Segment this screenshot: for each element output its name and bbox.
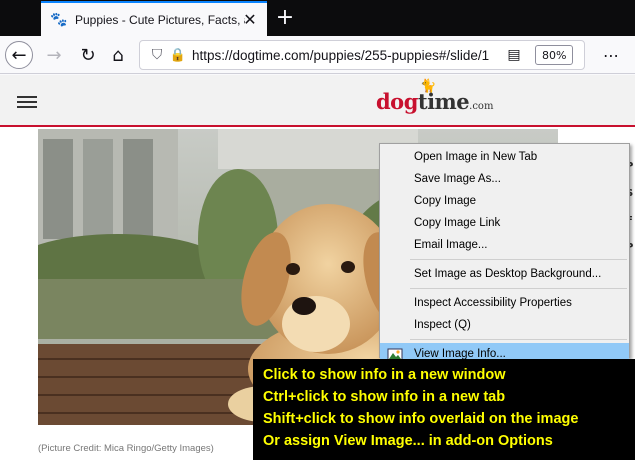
menu-item-inspect[interactable]: Inspect (Q) bbox=[380, 314, 629, 336]
overflow-menu-icon[interactable]: ⋯ bbox=[597, 41, 625, 69]
tooltip-line: Ctrl+click to show info in a new tab bbox=[263, 389, 506, 405]
menu-separator bbox=[410, 339, 627, 340]
menu-item-copy-image-link[interactable]: Copy Image Link bbox=[380, 212, 629, 234]
home-icon: ⌂ bbox=[112, 44, 124, 66]
menu-item-save-image-as[interactable]: Save Image As... bbox=[380, 168, 629, 190]
site-logo[interactable]: 🐈 dogtime.com bbox=[376, 79, 494, 114]
tooltip-line: Click to show info in a new window bbox=[263, 367, 506, 383]
menu-separator bbox=[410, 288, 627, 289]
back-button[interactable]: ← bbox=[5, 41, 33, 69]
cat-logo-icon: 🐈 bbox=[420, 79, 437, 94]
context-menu: Open Image in New Tab Save Image As... C… bbox=[379, 143, 630, 365]
menu-item-set-desktop-background[interactable]: Set Image as Desktop Background... bbox=[380, 263, 629, 285]
menu-item-inspect-accessibility[interactable]: Inspect Accessibility Properties bbox=[380, 292, 629, 314]
menu-item-open-image-new-tab[interactable]: Open Image in New Tab bbox=[380, 146, 629, 168]
logo-com: .com bbox=[469, 101, 494, 112]
url-text[interactable]: https://dogtime.com/puppies/255-puppies#… bbox=[192, 48, 497, 63]
arrow-left-icon: ← bbox=[11, 44, 27, 66]
tab-puppies[interactable]: 🐾 Puppies - Cute Pictures, Facts, and In… bbox=[41, 1, 267, 36]
tooltip-line: Shift+click to show info overlaid on the… bbox=[263, 411, 579, 427]
close-icon[interactable]: ✕ bbox=[241, 10, 259, 29]
shield-icon[interactable]: ⛉ bbox=[146, 47, 168, 63]
menu-separator bbox=[410, 259, 627, 260]
arrow-right-icon: → bbox=[46, 44, 62, 66]
url-bar[interactable]: ⛉ 🔒 https://dogtime.com/puppies/255-pupp… bbox=[139, 40, 585, 70]
tooltip-line: Or assign View Image... in add-on Option… bbox=[263, 433, 553, 449]
lock-warning-icon[interactable]: 🔒 bbox=[168, 48, 188, 63]
tab-title: Puppies - Cute Pictures, Facts, and Info… bbox=[75, 12, 245, 27]
zoom-indicator[interactable]: 80% bbox=[535, 45, 574, 65]
forward-button[interactable]: → bbox=[40, 41, 68, 69]
photo-credit: (Picture Credit: Mica Ringo/Getty Images… bbox=[38, 443, 214, 454]
nav-bar: ← → ↻ ⌂ ⛉ 🔒 https://dogtime.com/puppies/… bbox=[0, 36, 635, 74]
new-tab-button[interactable]: + bbox=[272, 4, 298, 30]
help-tooltip: Click to show info in a new window Ctrl+… bbox=[253, 359, 635, 460]
site-header: 🐈 dogtime.com bbox=[0, 75, 635, 127]
logo-dog: dog bbox=[376, 89, 418, 114]
home-button[interactable]: ⌂ bbox=[104, 41, 132, 69]
reload-button[interactable]: ↻ bbox=[74, 41, 102, 69]
menu-item-email-image[interactable]: Email Image... bbox=[380, 234, 629, 256]
reload-icon: ↻ bbox=[80, 44, 96, 66]
reader-view-icon[interactable]: ▤ bbox=[503, 47, 525, 63]
hamburger-menu-icon[interactable] bbox=[17, 96, 37, 111]
browser-window: 🐾 Puppies - Cute Pictures, Facts, and In… bbox=[0, 0, 635, 460]
tab-strip: 🐾 Puppies - Cute Pictures, Facts, and In… bbox=[0, 0, 635, 36]
paw-icon: 🐾 bbox=[50, 11, 68, 28]
menu-item-copy-image[interactable]: Copy Image bbox=[380, 190, 629, 212]
